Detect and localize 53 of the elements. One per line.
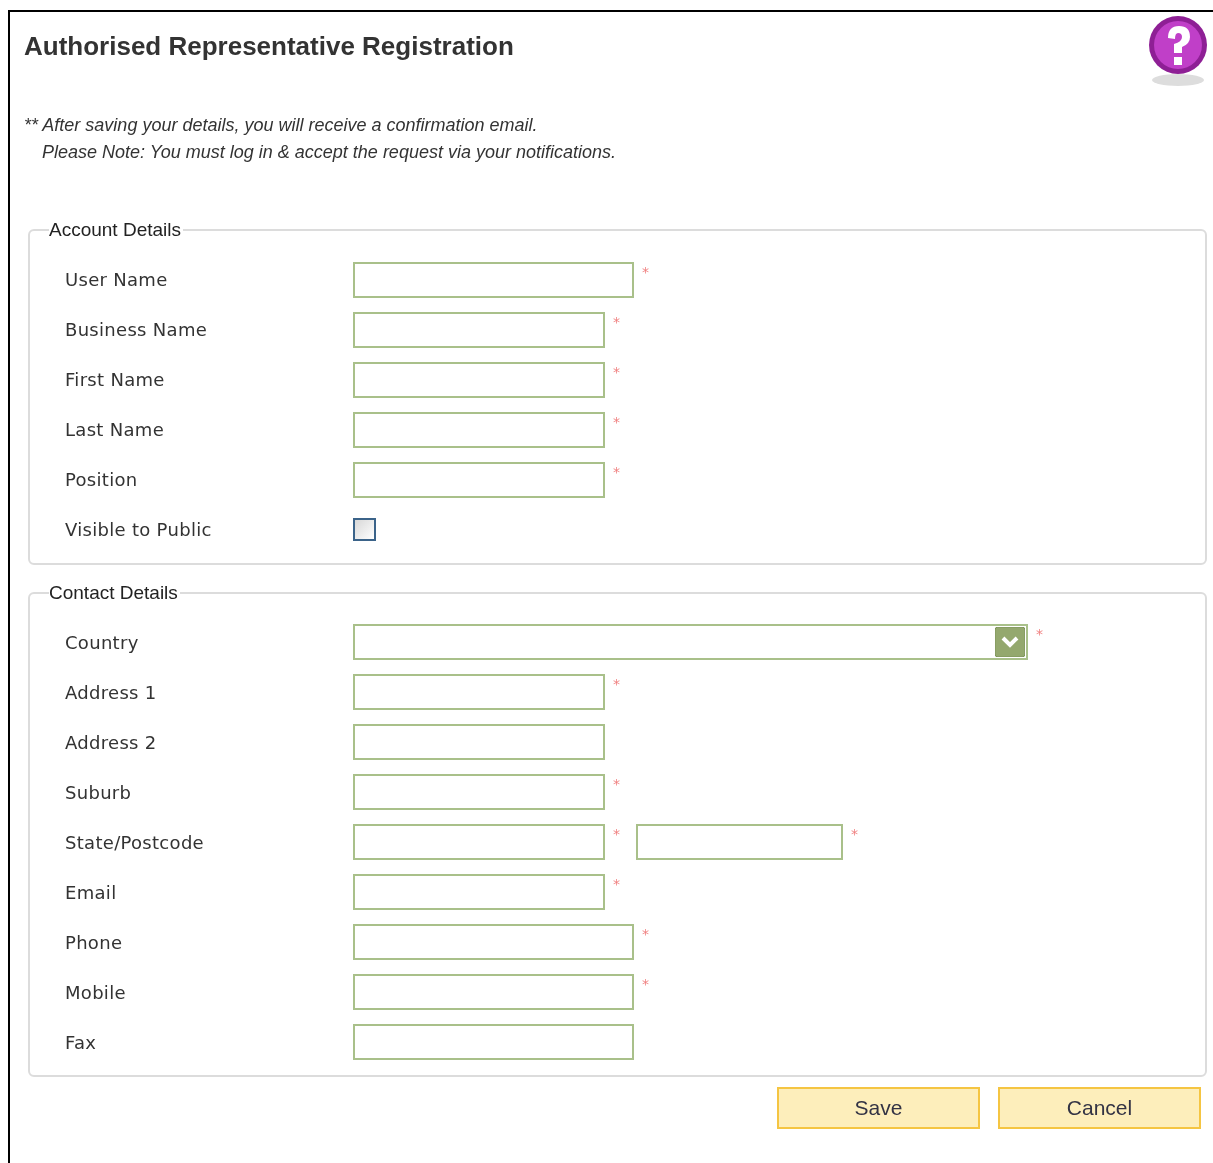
input-field[interactable] bbox=[353, 824, 605, 860]
required-marker: * bbox=[642, 262, 649, 282]
field-label: User Name bbox=[65, 268, 169, 292]
input-field[interactable] bbox=[353, 874, 605, 910]
input-field[interactable] bbox=[353, 1024, 634, 1060]
field-label: Email bbox=[65, 880, 118, 905]
input-field[interactable] bbox=[353, 361, 605, 398]
field-label: Suburb bbox=[65, 780, 133, 805]
note-text: Please Note: You must log in & accept the request via your notifications. bbox=[41, 141, 616, 164]
required-marker: * bbox=[613, 462, 620, 482]
field-label: Phone bbox=[65, 930, 124, 955]
input-field[interactable] bbox=[353, 974, 634, 1010]
note-text: ** After saving your details, you will receive a confirmation email. bbox=[24, 114, 538, 137]
input-field[interactable] bbox=[353, 461, 605, 498]
page-title: Authorised Representative Registration bbox=[24, 30, 514, 63]
input-field[interactable] bbox=[353, 924, 634, 960]
input-field[interactable] bbox=[353, 724, 605, 760]
input-field[interactable] bbox=[353, 774, 605, 810]
required-marker: * bbox=[613, 775, 620, 794]
chevron-down-icon bbox=[995, 627, 1025, 657]
required-marker: * bbox=[613, 875, 620, 894]
input-field[interactable] bbox=[353, 311, 605, 348]
field-label: Mobile bbox=[65, 980, 127, 1005]
input-field[interactable] bbox=[353, 674, 605, 710]
field-label: State/Postcode bbox=[65, 830, 205, 855]
field-label: Address 1 bbox=[65, 680, 158, 705]
required-marker: * bbox=[613, 675, 620, 694]
country-dropdown[interactable] bbox=[353, 624, 1028, 660]
field-label: Business Name bbox=[65, 318, 209, 342]
required-marker: * bbox=[613, 412, 620, 432]
field-label: Country bbox=[65, 630, 140, 655]
checkbox[interactable] bbox=[353, 518, 376, 541]
section-title: Contact Details bbox=[49, 580, 179, 605]
field-label: Last Name bbox=[65, 418, 166, 442]
field-label: Visible to Public bbox=[65, 518, 213, 542]
required-marker: * bbox=[642, 975, 649, 994]
input-field[interactable] bbox=[353, 411, 605, 448]
save-button[interactable]: Save bbox=[777, 1087, 980, 1129]
field-label: Address 2 bbox=[65, 730, 158, 755]
required-marker: * bbox=[1036, 625, 1043, 644]
required-marker: * bbox=[851, 825, 858, 844]
input-field[interactable] bbox=[353, 261, 634, 298]
required-marker: * bbox=[613, 362, 620, 382]
field-label: First Name bbox=[65, 368, 166, 392]
help-icon[interactable] bbox=[1147, 14, 1209, 88]
required-marker: * bbox=[613, 825, 620, 844]
required-marker: * bbox=[613, 312, 620, 332]
required-marker: * bbox=[642, 925, 649, 944]
section-title: Account Details bbox=[49, 218, 182, 242]
field-label: Position bbox=[65, 468, 139, 492]
input-field[interactable] bbox=[636, 824, 843, 860]
cancel-button[interactable]: Cancel bbox=[998, 1087, 1201, 1129]
field-label: Fax bbox=[65, 1030, 98, 1055]
